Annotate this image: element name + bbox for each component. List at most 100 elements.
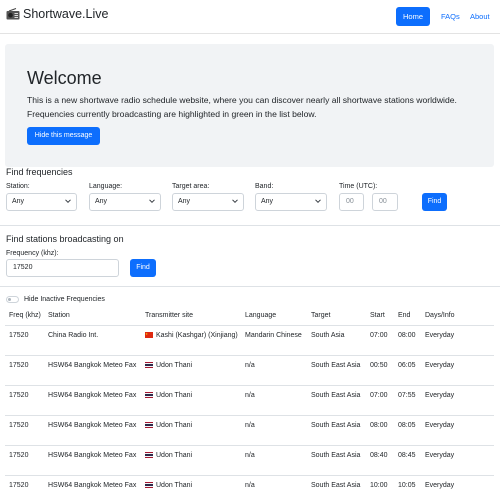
toggle-knob [8,298,11,301]
cell-freq: 17520 [9,422,29,429]
cell-station: HSW64 Bangkok Meteo Fax [48,452,137,459]
radio-icon [6,8,20,20]
target-area-select-value: Any [178,198,191,205]
cell-freq: 17520 [9,482,29,489]
cell-end: 10:05 [398,482,416,489]
station-label: Station: [6,183,30,190]
nav-about-link[interactable]: About [463,7,497,26]
column-header-freq: Freq (khz) [9,312,41,319]
find-frequencies-button[interactable]: Find [422,193,447,211]
column-header-start: Start [370,312,385,319]
cell-start: 07:00 [370,392,388,399]
chevron-down-icon [315,199,321,204]
cell-start: 00:50 [370,362,388,369]
cell-station: HSW64 Bangkok Meteo Fax [48,422,137,429]
cell-target: South Asia [311,332,345,339]
cell-language: n/a [245,452,255,459]
cell-start: 08:40 [370,452,388,459]
band-select[interactable]: Any [255,193,327,211]
cell-station: HSW64 Bangkok Meteo Fax [48,482,137,489]
cell-days: Everyday [425,482,455,489]
target-area-select[interactable]: Any [172,193,244,211]
column-header-site: Transmitter site [145,312,193,319]
cell-freq: 17520 [9,392,29,399]
row-divider [5,355,494,356]
welcome-text: This is a new shortwave radio schedule w… [27,95,457,119]
brand[interactable]: Shortwave.Live [6,7,108,21]
cell-target: South East Asia [311,422,361,429]
row-divider [5,445,494,446]
cell-site: Udon Thani [145,360,241,371]
cell-site: Udon Thani [145,450,241,461]
cell-target: South East Asia [311,452,361,459]
hide-message-button[interactable]: Hide this message [27,127,100,145]
chevron-down-icon [149,199,155,204]
find-frequencies-title: Find frequencies [6,167,73,177]
cell-language: n/a [245,392,255,399]
cell-end: 08:45 [398,452,416,459]
hide-inactive-toggle[interactable] [6,296,19,303]
cell-language: n/a [245,362,255,369]
cell-site: Udon Thani [145,480,241,491]
frequency-input[interactable]: 17520 [6,259,119,277]
cell-days: Everyday [425,392,455,399]
cell-end: 08:00 [398,332,416,339]
divider [0,286,500,287]
target-area-label: Target area: [172,183,210,190]
hide-inactive-label: Hide Inactive Frequencies [24,296,105,303]
station-select[interactable]: Any [6,193,77,211]
welcome-title: Welcome [27,68,102,88]
transmitter-site-text: Udon Thani [156,452,193,459]
frequency-label: Frequency (khz): [6,250,59,257]
transmitter-site-text: Kashi (Kashgar) (Xinjiang) [156,332,238,339]
band-label: Band: [255,183,274,190]
column-header-days: Days/Info [425,312,455,319]
cell-language: n/a [245,422,255,429]
cell-target: South East Asia [311,392,361,399]
language-select-value: Any [95,198,108,205]
nav-faqs-link[interactable]: FAQs [434,7,467,26]
transmitter-site-text: Udon Thani [156,482,193,489]
cell-days: Everyday [425,332,455,339]
cell-start: 10:00 [370,482,388,489]
time-from-input[interactable]: 00 [339,193,364,211]
time-label: Time (UTC): [339,183,378,190]
column-header-language: Language [245,312,277,319]
cell-days: Everyday [425,452,455,459]
column-header-target: Target [311,312,331,319]
find-stations-button[interactable]: Find [130,259,156,277]
cell-target: South East Asia [311,482,361,489]
cell-days: Everyday [425,422,455,429]
language-select[interactable]: Any [89,193,161,211]
cell-freq: 17520 [9,362,29,369]
station-select-value: Any [12,198,25,205]
cell-site: Udon Thani [145,420,241,431]
cell-start: 08:00 [370,422,388,429]
cell-end: 08:05 [398,422,416,429]
column-header-station: Station [48,312,70,319]
cell-site: Kashi (Kashgar) (Xinjiang) [145,330,241,341]
transmitter-site-text: Udon Thani [156,362,193,369]
thailand-flag-icon [145,421,153,428]
cell-language: n/a [245,482,255,489]
transmitter-site-text: Udon Thani [156,422,193,429]
thailand-flag-icon [145,451,153,458]
language-label: Language: [89,183,123,190]
find-stations-title: Find stations broadcasting on [6,234,124,244]
nav-home-link[interactable]: Home [396,7,430,26]
cell-station: HSW64 Bangkok Meteo Fax [48,362,137,369]
time-to-input[interactable]: 00 [372,193,398,211]
cell-site: Udon Thani [145,390,241,401]
divider [0,225,500,226]
cell-end: 07:55 [398,392,416,399]
cell-language: Mandarin Chinese [245,332,302,339]
cell-target: South East Asia [311,362,361,369]
cell-freq: 17520 [9,452,29,459]
chevron-down-icon [65,199,71,204]
brand-name: Shortwave.Live [23,7,109,21]
cell-end: 06:05 [398,362,416,369]
navbar: Shortwave.Live Home FAQs About [0,0,500,34]
table-header-divider [5,325,494,326]
transmitter-site-text: Udon Thani [156,392,193,399]
welcome-panel: Welcome This is a new shortwave radio sc… [5,44,494,167]
